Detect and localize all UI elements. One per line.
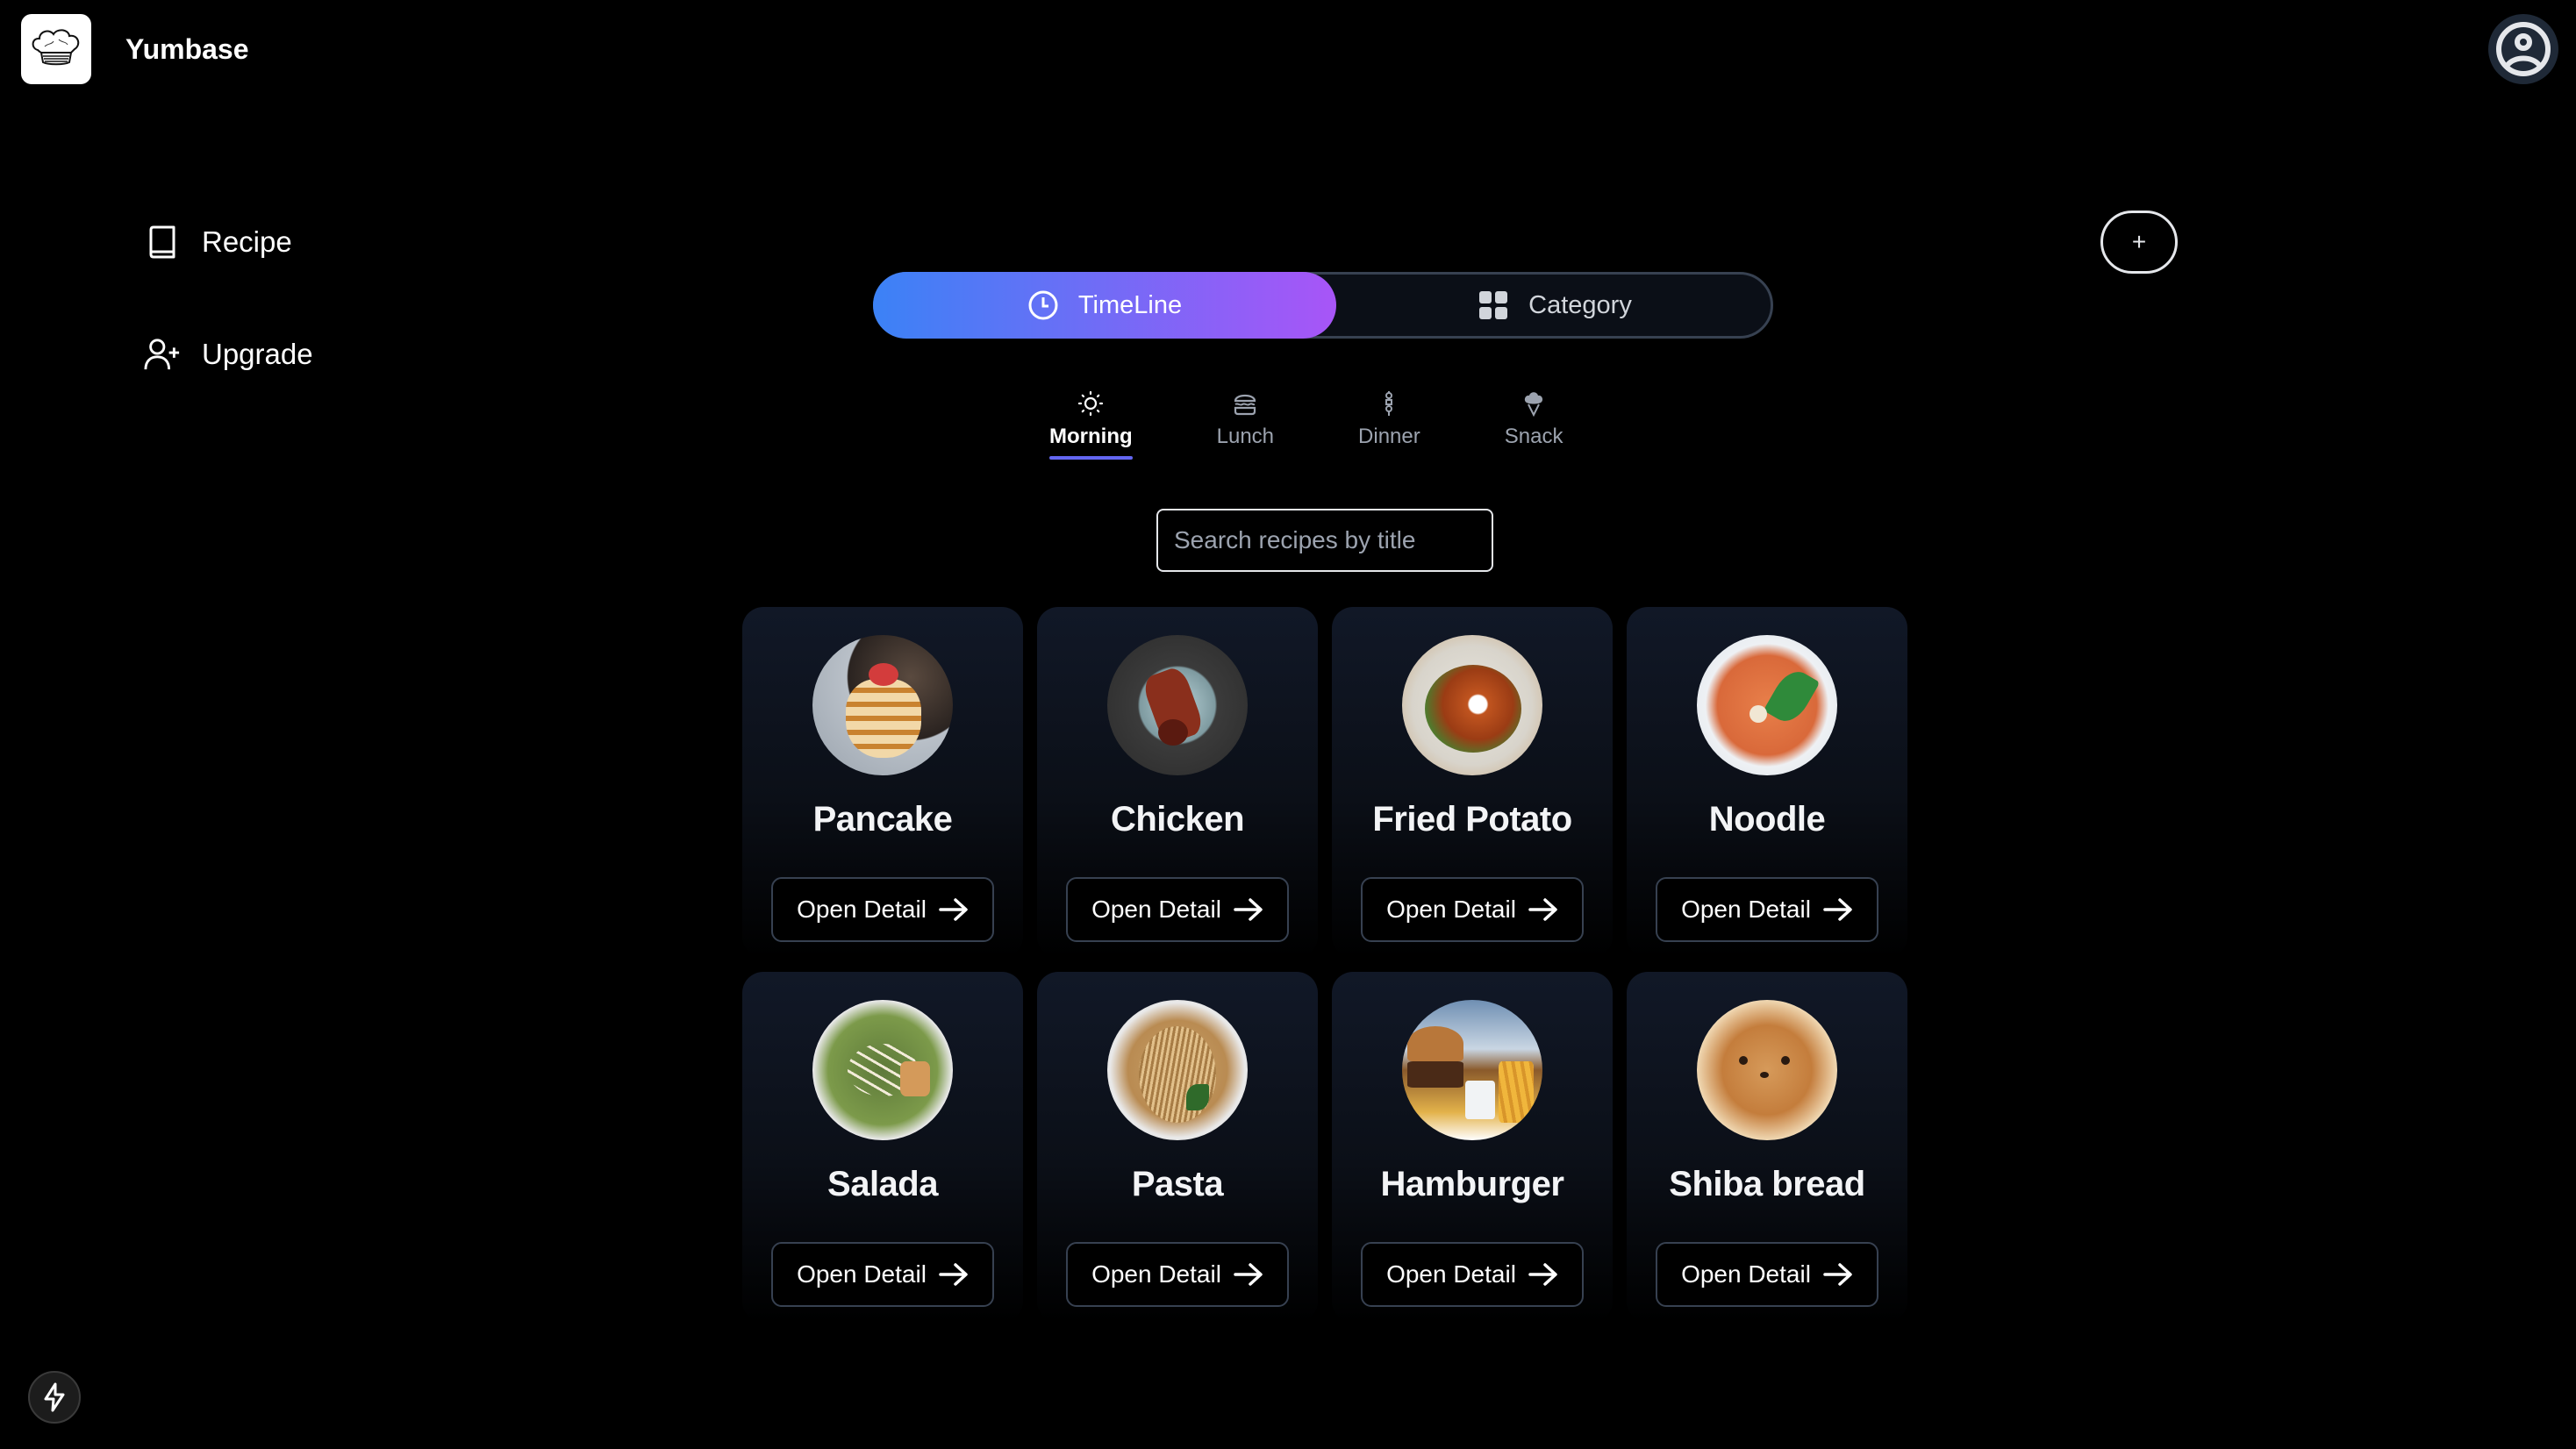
sidebar: Recipe Upgrade (144, 221, 313, 446)
sidebar-item-label: Upgrade (202, 338, 313, 370)
open-detail-button[interactable]: Open Detail (1656, 1242, 1878, 1307)
open-detail-label: Open Detail (1681, 896, 1811, 923)
open-detail-button[interactable]: Open Detail (1066, 877, 1289, 942)
arrow-right-icon (1528, 1262, 1558, 1287)
open-detail-label: Open Detail (1091, 1260, 1221, 1288)
book-icon (144, 224, 181, 261)
arrow-right-icon (1234, 1262, 1263, 1287)
open-detail-label: Open Detail (1386, 896, 1516, 923)
open-detail-label: Open Detail (1386, 1260, 1516, 1288)
tab-label: Dinner (1358, 425, 1420, 448)
recipe-card: Chicken Open Detail (1037, 607, 1318, 958)
toggle-timeline-label: TimeLine (1077, 290, 1183, 319)
open-detail-button[interactable]: Open Detail (1361, 877, 1584, 942)
recipe-card: Fried Potato Open Detail (1332, 607, 1613, 958)
skewer-icon (1375, 389, 1403, 418)
tab-lunch[interactable]: Lunch (1217, 389, 1274, 449)
chef-hat-icon (21, 14, 91, 84)
recipe-title: Pancake (812, 800, 953, 839)
open-detail-label: Open Detail (797, 1260, 927, 1288)
recipe-image-salada (812, 1000, 953, 1140)
active-tab-indicator (1049, 456, 1133, 460)
open-detail-button[interactable]: Open Detail (1361, 1242, 1584, 1307)
bolt-icon (44, 1382, 65, 1412)
ice-cream-icon (1520, 389, 1548, 418)
recipe-card: Shiba bread Open Detail (1627, 972, 1907, 1323)
toggle-timeline[interactable]: TimeLine (873, 272, 1336, 339)
recipe-title: Shiba bread (1669, 1165, 1865, 1203)
tab-dinner[interactable]: Dinner (1358, 389, 1420, 449)
recipe-image-noodle (1697, 635, 1837, 775)
arrow-right-icon (939, 897, 969, 922)
tab-label: Lunch (1216, 425, 1275, 448)
recipe-title: Chicken (1110, 800, 1245, 839)
tab-snack[interactable]: Snack (1505, 389, 1563, 449)
toggle-category[interactable]: Category (1336, 272, 1773, 339)
recipe-card: Pancake Open Detail (742, 607, 1023, 958)
tab-morning[interactable]: Morning (1049, 389, 1133, 460)
recipe-title: Fried Potato (1372, 800, 1572, 839)
open-detail-button[interactable]: Open Detail (1066, 1242, 1289, 1307)
tab-label: Snack (1504, 425, 1563, 448)
view-toggle: TimeLine Category (873, 272, 1773, 339)
recipe-image-pancake (812, 635, 953, 775)
recipe-card: Salada Open Detail (742, 972, 1023, 1323)
sidebar-item-label: Recipe (202, 225, 292, 258)
sidebar-item-recipe[interactable]: Recipe (144, 221, 313, 263)
sun-icon (1077, 389, 1105, 418)
brand[interactable]: Yumbase (21, 14, 249, 84)
arrow-right-icon (1528, 897, 1558, 922)
arrow-right-icon (1823, 897, 1853, 922)
recipe-image-shiba-bread (1697, 1000, 1837, 1140)
quick-action-button[interactable] (28, 1371, 81, 1424)
search-input[interactable] (1156, 509, 1493, 572)
recipe-title: Noodle (1708, 800, 1826, 839)
arrow-right-icon (1234, 897, 1263, 922)
recipe-title: Pasta (1131, 1165, 1224, 1203)
user-plus-icon (144, 336, 181, 373)
open-detail-button[interactable]: Open Detail (771, 877, 994, 942)
open-detail-button[interactable]: Open Detail (771, 1242, 994, 1307)
toggle-category-label: Category (1528, 290, 1632, 319)
tab-label: Morning (1049, 425, 1133, 448)
sidebar-item-upgrade[interactable]: Upgrade (144, 333, 313, 375)
recipe-card: Pasta Open Detail (1037, 972, 1318, 1323)
recipe-image-pasta (1107, 1000, 1248, 1140)
user-circle-icon (2496, 22, 2551, 76)
open-detail-button[interactable]: Open Detail (1656, 877, 1878, 942)
meal-tabs: Morning Lunch Dinner Snack (1049, 389, 1563, 460)
recipe-grid: Pancake Open Detail Chicken Open Detail … (742, 607, 1907, 1323)
recipe-title: Salada (827, 1165, 938, 1203)
recipe-card: Hamburger Open Detail (1332, 972, 1613, 1323)
recipe-title: Hamburger (1380, 1165, 1564, 1203)
open-detail-label: Open Detail (1091, 896, 1221, 923)
recipe-image-fried-potato (1402, 635, 1542, 775)
recipe-image-chicken (1107, 635, 1248, 775)
arrow-right-icon (939, 1262, 969, 1287)
profile-button[interactable] (2488, 14, 2558, 84)
grid-icon (1478, 289, 1509, 321)
clock-icon (1027, 289, 1059, 321)
open-detail-label: Open Detail (1681, 1260, 1811, 1288)
app-name: Yumbase (125, 32, 249, 65)
arrow-right-icon (1823, 1262, 1853, 1287)
recipe-image-hamburger (1402, 1000, 1542, 1140)
add-recipe-button[interactable]: + (2100, 211, 2178, 274)
recipe-card: Noodle Open Detail (1627, 607, 1907, 958)
open-detail-label: Open Detail (797, 896, 927, 923)
burger-icon (1231, 389, 1259, 418)
